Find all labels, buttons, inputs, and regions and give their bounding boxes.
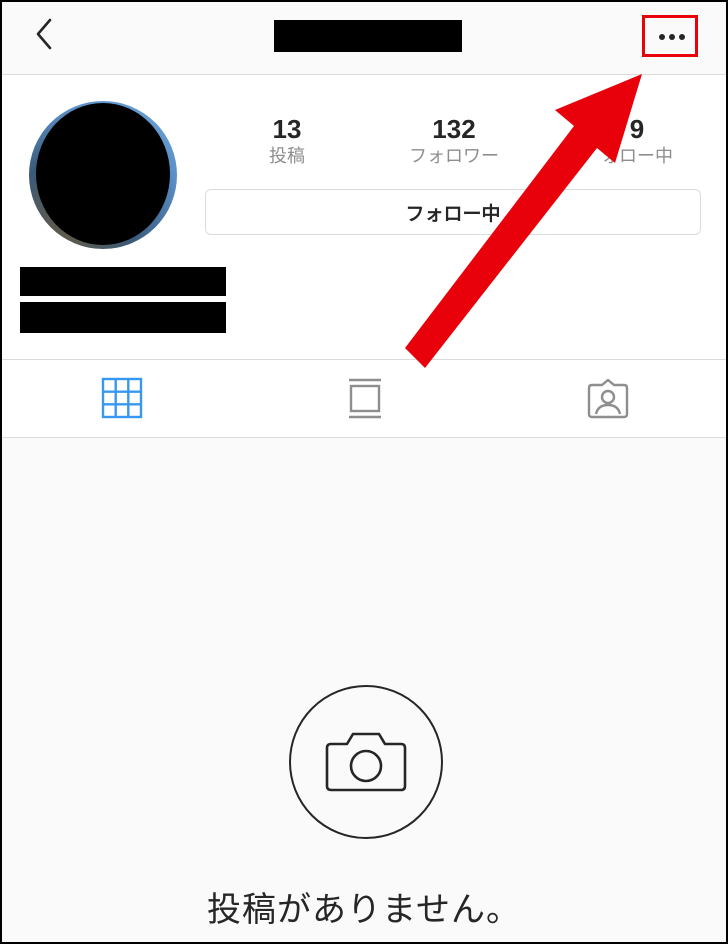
profile-name-redacted (20, 267, 226, 296)
stat-followers[interactable]: 132 フォロワー (394, 113, 514, 169)
chevron-left-icon (36, 18, 52, 50)
profile-tabs (2, 360, 726, 438)
stat-followers-value: 132 (432, 114, 476, 144)
tab-tagged[interactable] (586, 376, 630, 420)
stat-posts-value: 13 (272, 114, 302, 144)
following-button[interactable]: フォロー中 (205, 189, 701, 235)
navigation-header (2, 2, 726, 75)
feed-icon (349, 378, 381, 419)
grid-icon (101, 377, 143, 419)
avatar-redacted (36, 103, 170, 245)
profile-bio-redacted (20, 302, 226, 333)
stat-posts: 13 投稿 (247, 113, 327, 169)
more-horizontal-icon (659, 34, 685, 40)
empty-state-camera-circle (289, 685, 443, 839)
tab-feed[interactable] (343, 376, 387, 420)
profile-section: 13 投稿 132 フォロワー 9 ォロー中 フォロー中 (2, 75, 726, 360)
tab-grid[interactable] (100, 376, 144, 420)
stat-followers-label: フォロワー (409, 146, 499, 167)
stat-posts-label: 投稿 (269, 146, 305, 167)
camera-icon (325, 732, 407, 792)
back-button[interactable] (30, 16, 60, 52)
stat-following-label: ォロー中 (601, 146, 673, 167)
username-title-redacted (274, 20, 462, 52)
stat-following-value: 9 (629, 114, 645, 144)
app-screen: 13 投稿 132 フォロワー 9 ォロー中 フォロー中 投稿がありません。 (0, 0, 728, 944)
stat-following[interactable]: 9 ォロー中 (592, 113, 682, 169)
tagged-person-icon (587, 378, 629, 419)
empty-state-message: 投稿がありません。 (207, 890, 521, 930)
more-options-button[interactable] (645, 18, 699, 56)
